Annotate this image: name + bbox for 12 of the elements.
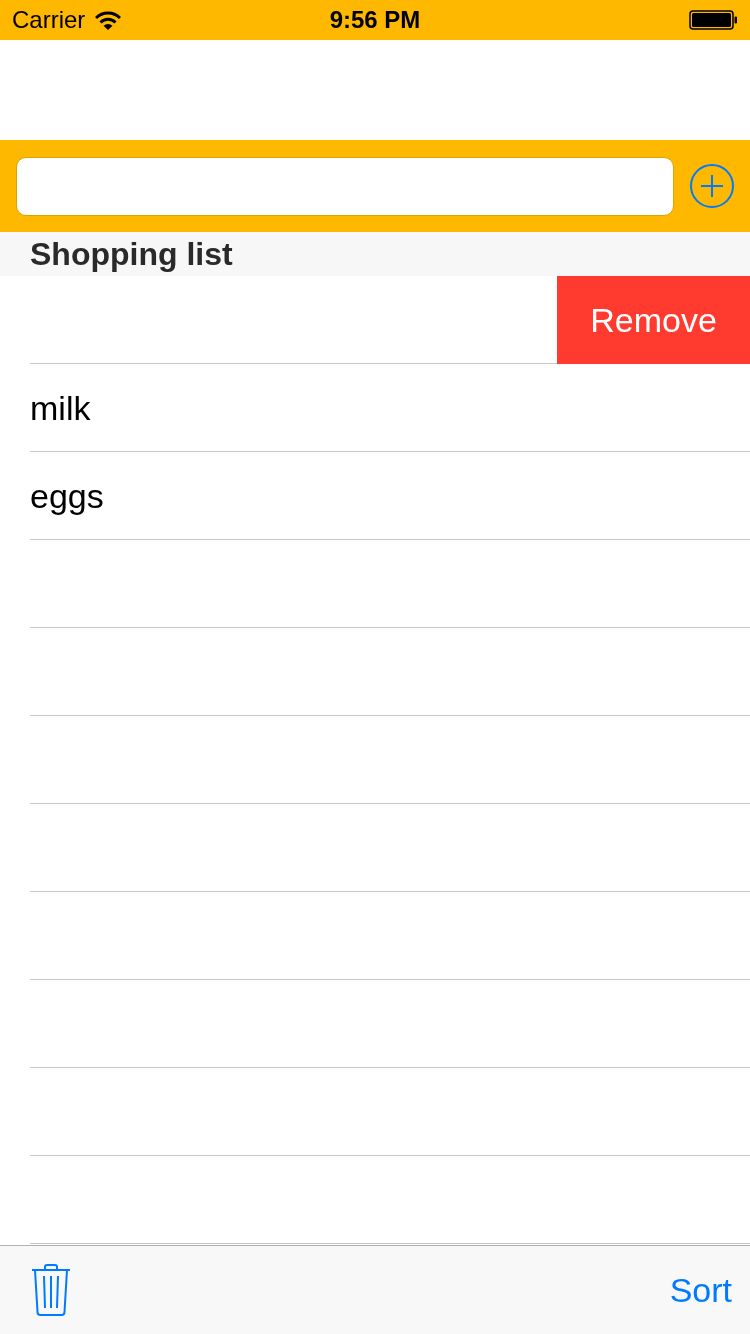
clock-time: 9:56 PM	[329, 6, 421, 34]
wifi-icon	[95, 10, 122, 30]
section-title: Shopping list	[30, 235, 233, 273]
remove-button[interactable]: Remove	[557, 276, 750, 364]
battery-icon	[689, 10, 738, 30]
carrier-name: Carrier	[12, 6, 86, 34]
add-icon[interactable]	[690, 164, 734, 208]
item-label: eggs	[30, 476, 104, 516]
sort-button[interactable]: Sort	[669, 1270, 732, 1310]
trash-icon[interactable]	[31, 1264, 71, 1316]
item-label: milk	[30, 388, 91, 428]
input-field[interactable]	[16, 156, 674, 216]
